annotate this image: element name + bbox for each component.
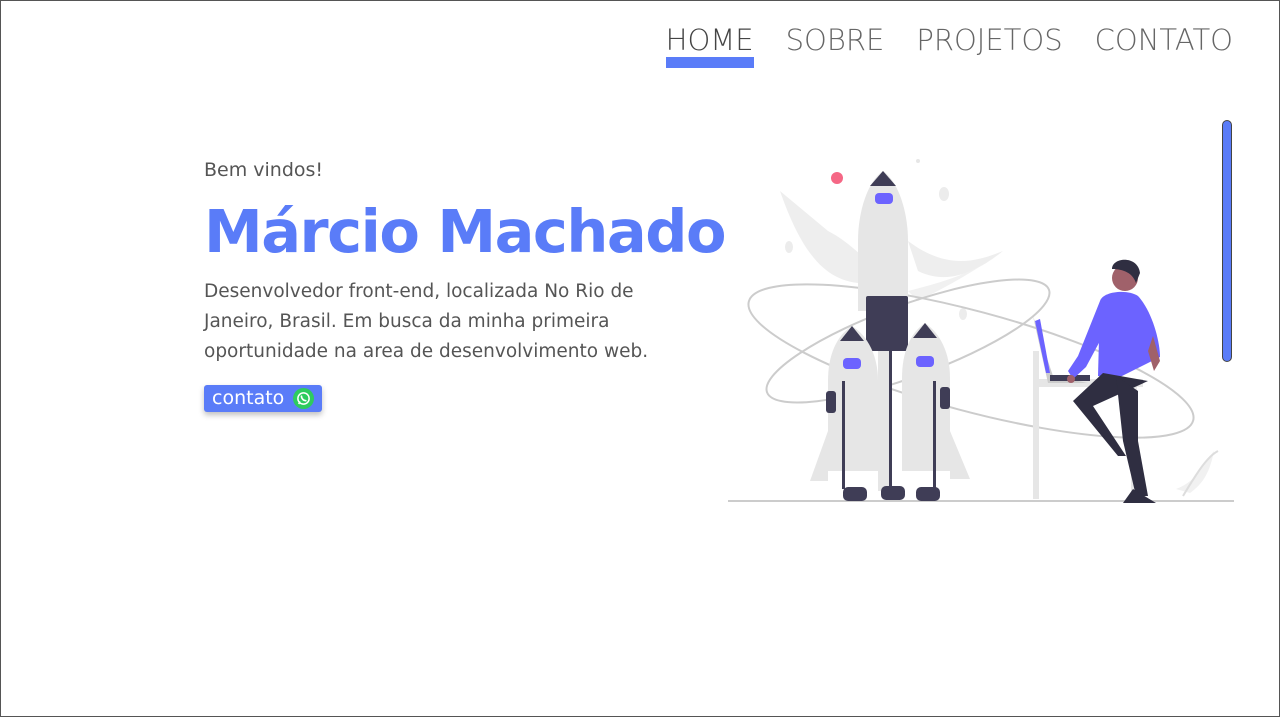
hero-illustration [728,159,1234,503]
hero-name: Márcio Machado [204,197,726,266]
nav-projetos[interactable]: PROJETOS [916,23,1062,61]
hero-description: Desenvolvedor front-end, localizada No R… [204,281,649,362]
nav-sobre[interactable]: SOBRE [786,23,885,61]
nav-home[interactable]: HOME [665,23,754,68]
scrollbar-thumb[interactable] [1222,120,1232,362]
hero-section: Bem vindos! Márcio Machado Desenvolvedor… [204,159,764,412]
whatsapp-icon [293,387,315,409]
main-nav: HOME SOBRE PROJETOS CONTATO [665,23,1233,68]
nav-contato[interactable]: CONTATO [1095,23,1233,61]
contact-button[interactable]: contato [204,385,323,412]
contact-button-label: contato [212,387,285,409]
welcome-text: Bem vindos! [204,159,324,181]
